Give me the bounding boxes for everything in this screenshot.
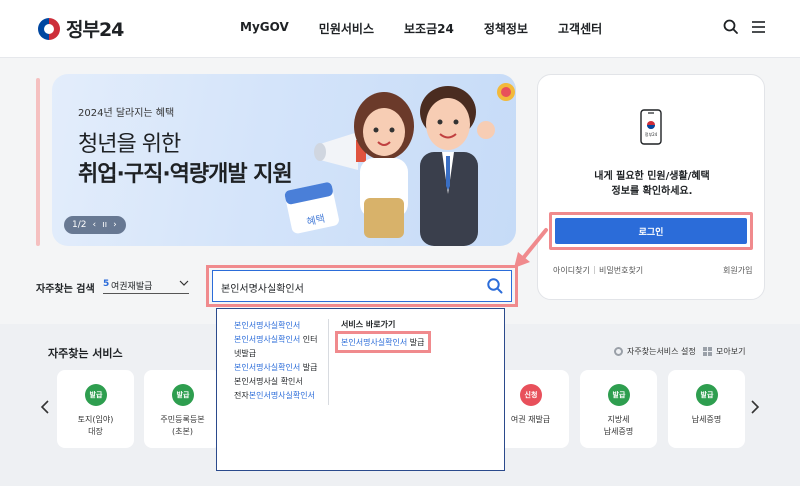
- search-input[interactable]: 본인서명사실확인서: [212, 270, 512, 302]
- signup-link[interactable]: 회원가입: [723, 265, 752, 276]
- chevron-left-icon[interactable]: [40, 400, 50, 414]
- site-header: 정부24 MyGOV 민원서비스 보조금24 정책정보 고객센터: [0, 0, 800, 58]
- issue-badge: 발급: [172, 384, 194, 406]
- frequent-services-title: 자주찾는 서비스: [48, 347, 123, 360]
- service-card-land-register[interactable]: 발급 토지(임야) 대장: [57, 370, 134, 448]
- nav-subsidy[interactable]: 보조금24: [404, 20, 454, 37]
- search-autocomplete-dropdown: 본인서명사실확인서 본인서명사실확인서 인터 넷발급 본인서명사실확인서 발급 본…: [216, 308, 505, 471]
- suggestion-item[interactable]: 본인서명사실확인서 인터 넷발급: [234, 333, 318, 361]
- logo-text: 정부24: [66, 19, 124, 41]
- link-divider: [594, 266, 595, 274]
- banner-subtitle: 2024년 달라지는 혜택: [78, 108, 175, 119]
- issue-badge: 발급: [85, 384, 107, 406]
- nav-civil-service[interactable]: 민원서비스: [319, 20, 374, 37]
- banner-title-line1: 청년을 위한: [78, 132, 181, 157]
- grid-icon: [703, 347, 712, 356]
- service-card-tax-certificate[interactable]: 발급 납세증명: [668, 370, 745, 448]
- service-settings-button[interactable]: 자주찾는서비스 설정: [614, 346, 696, 357]
- suggestion-item[interactable]: 본인서명사실 확인서: [234, 375, 318, 389]
- banner-title-line2: 취업·구직·역량개발 지원: [78, 162, 293, 187]
- service-shortcut-link[interactable]: 본인서명사실확인서 발급: [341, 337, 425, 348]
- service-shortcut-title: 서비스 바로가기: [341, 320, 396, 329]
- woman-character: [354, 92, 414, 238]
- service-name: 주민등록등본 (초본): [160, 415, 205, 436]
- hamburger-menu-icon[interactable]: [750, 18, 768, 36]
- balloon-icon: [497, 83, 515, 101]
- nav-policy[interactable]: 정책정보: [484, 20, 528, 37]
- logo[interactable]: 정부24: [38, 15, 124, 42]
- annotation-arrow-icon: [514, 228, 548, 268]
- issue-badge: 발급: [696, 384, 718, 406]
- service-name: 납세증명: [691, 415, 722, 424]
- pause-icon[interactable]: ıı: [102, 220, 107, 230]
- service-name: 토지(임야) 대장: [77, 415, 114, 436]
- pager-count: 1/2: [72, 220, 87, 230]
- service-name: 지방세 납세증명: [603, 415, 634, 436]
- banner-illustration: 혜택: [284, 83, 515, 246]
- issue-badge: 발급: [608, 384, 630, 406]
- frequent-search-select[interactable]: 5 여권재발급: [103, 276, 189, 294]
- promo-banner[interactable]: 2024년 달라지는 혜택 청년을 위한 취업·구직·역량개발 지원 1/2 ‹…: [52, 74, 516, 246]
- service-settings-label: 자주찾는서비스 설정: [627, 347, 696, 356]
- login-message-line2: 정보를 확인하세요.: [611, 186, 693, 197]
- frequent-rank: 5: [103, 279, 110, 289]
- apply-badge: 신청: [520, 384, 542, 406]
- suggestion-item[interactable]: 본인서명사실확인서: [234, 319, 318, 333]
- chevron-down-icon: [179, 280, 189, 286]
- emblem-icon: [38, 17, 60, 40]
- dropdown-divider: [328, 319, 329, 405]
- suggestion-item[interactable]: 본인서명사실확인서 발급: [234, 361, 318, 375]
- frequent-value: 여권재발급: [111, 282, 153, 292]
- suggestion-list: 본인서명사실확인서 본인서명사실확인서 인터 넷발급 본인서명사실확인서 발급 본…: [234, 319, 318, 403]
- man-character: [420, 86, 495, 246]
- frequent-search-label: 자주찾는 검색: [36, 284, 95, 295]
- search-input-value: 본인서명사실확인서: [221, 284, 304, 295]
- nav-customer-center[interactable]: 고객센터: [558, 20, 602, 37]
- banner-pager: 1/2 ‹ ıı ›: [64, 216, 126, 234]
- prev-icon[interactable]: ‹: [92, 220, 96, 230]
- login-card: 정부24 내게 필요한 민원/생활/혜택 정보를 확인하세요. 로그인 아이디찾…: [537, 74, 765, 300]
- view-all-button[interactable]: 모아보기: [703, 346, 745, 357]
- login-button[interactable]: 로그인: [555, 218, 747, 244]
- find-password-link[interactable]: 비밀번호찾기: [599, 265, 643, 276]
- view-all-label: 모아보기: [716, 347, 746, 356]
- calendar-icon: 혜택: [284, 182, 339, 234]
- main-nav: MyGOV 민원서비스 보조금24 정책정보 고객센터: [240, 20, 632, 37]
- phone-icon: 정부24: [640, 109, 662, 145]
- next-icon[interactable]: ›: [113, 220, 117, 230]
- svg-text:정부24: 정부24: [645, 131, 658, 137]
- service-card-local-tax[interactable]: 발급 지방세 납세증명: [580, 370, 657, 448]
- suggestion-item[interactable]: 전자본인서명사실확인서: [234, 389, 318, 403]
- search-icon[interactable]: [722, 18, 740, 36]
- nav-mygov[interactable]: MyGOV: [240, 20, 289, 37]
- chevron-right-icon[interactable]: [750, 400, 760, 414]
- banner-accent: [36, 78, 40, 246]
- gear-icon: [614, 347, 623, 356]
- find-id-link[interactable]: 아이디찾기: [553, 265, 590, 276]
- service-card-resident-register[interactable]: 발급 주민등록등본 (초본): [144, 370, 221, 448]
- search-icon[interactable]: [486, 277, 504, 295]
- login-message-line1: 내게 필요한 민원/생활/혜택: [594, 171, 710, 182]
